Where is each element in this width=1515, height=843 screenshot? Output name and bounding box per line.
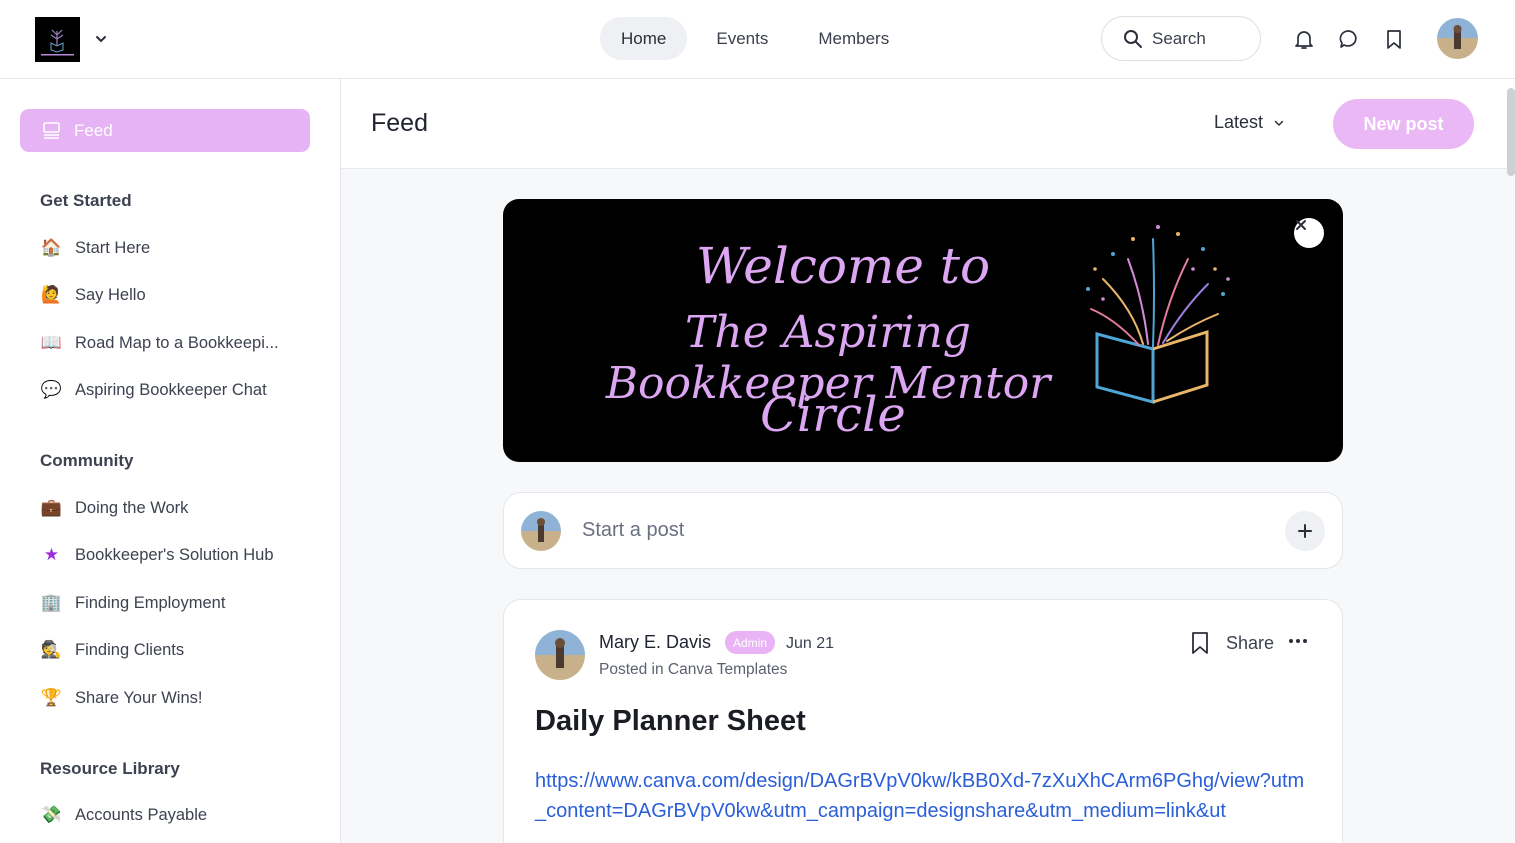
composer-placeholder[interactable]: Start a post <box>582 519 684 542</box>
sidebar-item-label: Share Your Wins! <box>75 688 203 707</box>
sidebar: Feed Get Started 🏠 Start Here 🙋 Say Hell… <box>0 79 341 843</box>
sidebar-item-chat[interactable]: 💬 Aspiring Bookkeeper Chat <box>40 375 320 405</box>
sidebar-item-label: Start Here <box>75 238 151 257</box>
sidebar-item-solution-hub[interactable]: ★ Bookkeeper's Solution Hub <box>40 540 320 570</box>
section-title-get-started: Get Started <box>40 191 132 210</box>
sidebar-item-label: Finding Clients <box>75 640 185 659</box>
new-post-button[interactable]: New post <box>1333 99 1474 149</box>
sidebar-item-label: Road Map to a Bookkeepi... <box>75 333 279 352</box>
sidebar-item-finding-employment[interactable]: 🏢 Finding Employment <box>40 588 320 618</box>
office-building-icon: 🏢 <box>40 593 63 612</box>
sidebar-item-road-map[interactable]: 📖 Road Map to a Bookkeepi... <box>40 328 320 358</box>
post-composer[interactable]: Start a post <box>503 492 1343 569</box>
open-book-icon: 📖 <box>40 333 63 352</box>
post-card: Mary E. Davis Admin Jun 21 Posted in Can… <box>503 599 1343 843</box>
post-author[interactable]: Mary E. Davis <box>599 632 711 653</box>
welcome-banner: Welcome to The Aspiring Bookkeeper Mento… <box>503 199 1343 462</box>
avatar[interactable] <box>535 630 585 680</box>
top-bar: Home Events Members Search <box>0 0 1515 79</box>
main-nav: Home Events Members <box>600 17 910 60</box>
more-options-icon[interactable] <box>1288 630 1308 657</box>
community-logo[interactable] <box>35 17 80 62</box>
admin-badge: Admin <box>725 631 776 654</box>
sort-label: Latest <box>1214 112 1264 132</box>
feed-header: Feed Latest New post <box>341 79 1515 169</box>
sidebar-item-start-here[interactable]: 🏠 Start Here <box>40 233 320 263</box>
bookmark-icon[interactable] <box>1382 27 1406 51</box>
house-icon: 🏠 <box>40 238 63 257</box>
sidebar-item-accounts-payable[interactable]: 💸 Accounts Payable <box>40 800 320 830</box>
sort-dropdown[interactable]: Latest <box>1214 112 1285 133</box>
sidebar-item-label: Bookkeeper's Solution Hub <box>75 545 274 564</box>
search-button[interactable]: Search <box>1101 16 1261 61</box>
nav-home[interactable]: Home <box>600 17 688 60</box>
search-label: Search <box>1152 28 1206 48</box>
chat-bubble-icon: 💬 <box>40 380 63 399</box>
user-avatar[interactable] <box>1437 18 1478 59</box>
banner-line-1: Welcome to <box>695 237 991 295</box>
post-date[interactable]: Jun 21 <box>786 635 834 653</box>
close-icon[interactable] <box>1294 218 1324 248</box>
post-title[interactable]: Daily Planner Sheet <box>535 705 806 738</box>
bookmark-icon[interactable] <box>1189 630 1211 661</box>
banner-line-3: Circle <box>760 387 906 443</box>
avatar <box>521 511 561 551</box>
money-icon: 💸 <box>40 805 63 824</box>
sidebar-item-label: Feed <box>74 120 113 140</box>
search-icon <box>1124 29 1142 48</box>
add-icon[interactable] <box>1285 511 1325 551</box>
sidebar-item-doing-the-work[interactable]: 💼 Doing the Work <box>40 493 320 523</box>
sidebar-item-label: Accounts Payable <box>75 805 208 824</box>
sidebar-item-feed[interactable]: Feed <box>20 109 310 152</box>
detective-icon: 🕵 <box>40 640 63 659</box>
chevron-down-icon <box>1274 120 1284 126</box>
sidebar-item-finding-clients[interactable]: 🕵 Finding Clients <box>40 635 320 665</box>
section-title-community: Community <box>40 451 134 470</box>
share-button[interactable]: Share <box>1226 633 1274 654</box>
waving-person-icon: 🙋 <box>40 285 63 304</box>
star-icon: ★ <box>43 545 60 564</box>
section-title-resource-library: Resource Library <box>40 759 180 778</box>
trophy-icon: 🏆 <box>40 688 63 707</box>
sidebar-item-label: Doing the Work <box>75 498 189 517</box>
nav-events[interactable]: Events <box>695 17 789 60</box>
post-link[interactable]: https://www.canva.com/design/DAGrBVpV0kw… <box>535 766 1315 826</box>
community-switcher-chevron-icon[interactable] <box>92 30 110 48</box>
briefcase-icon: 💼 <box>40 498 63 517</box>
sidebar-item-label: Say Hello <box>75 285 146 304</box>
sidebar-item-say-hello[interactable]: 🙋 Say Hello <box>40 280 320 310</box>
sidebar-item-label: Finding Employment <box>75 593 226 612</box>
sidebar-item-label: Aspiring Bookkeeper Chat <box>75 380 267 399</box>
sidebar-item-share-wins[interactable]: 🏆 Share Your Wins! <box>40 683 320 713</box>
scrollbar[interactable] <box>1507 88 1515 176</box>
chat-icon[interactable] <box>1337 27 1361 51</box>
feed-icon <box>43 122 60 139</box>
page-title: Feed <box>371 109 428 137</box>
bell-icon[interactable] <box>1292 27 1316 51</box>
nav-members[interactable]: Members <box>797 17 910 60</box>
post-space[interactable]: Posted in Canva Templates <box>599 661 787 679</box>
